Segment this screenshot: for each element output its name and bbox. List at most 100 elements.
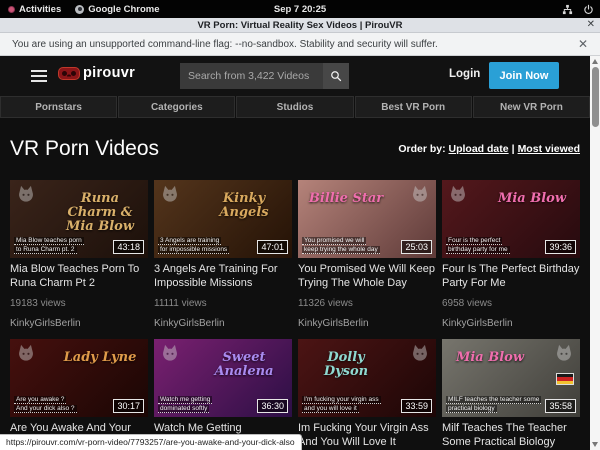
thumbnail-overlay-title: Mia Blow <box>490 192 574 206</box>
video-thumbnail[interactable]: Sweet Analena Watch me gettingdominated … <box>154 339 292 417</box>
screen: Activities Google Chrome Sep 7 20:25 VR … <box>0 0 600 450</box>
video-thumbnail[interactable]: Runa Charm & Mia Blow Mia Blow teaches p… <box>10 180 148 258</box>
video-duration-badge: 47:01 <box>257 240 288 254</box>
page-title: VR Porn Videos <box>10 137 159 161</box>
activities-button[interactable]: Activities <box>8 4 61 15</box>
site-header: pirouvr Login Join Now <box>0 56 590 96</box>
nav-item-studios[interactable]: Studios <box>236 96 353 118</box>
thumbnail-overlay-title: Billie Star <box>304 192 388 206</box>
video-thumbnail[interactable]: Kinky Angels 3 Angels are trainingfor im… <box>154 180 292 258</box>
scrollbar-up-arrow-icon[interactable] <box>592 59 598 64</box>
browser-viewport: pirouvr Login Join Now Pornstars <box>0 56 600 450</box>
video-studio-link[interactable]: KinkyGirlsBerlin <box>442 318 580 329</box>
search-button[interactable] <box>323 63 349 89</box>
thumbnail-captions: I'm fucking your virgin assand you will … <box>302 396 381 413</box>
app-menu-google-chrome[interactable]: Google Chrome <box>75 4 159 15</box>
video-duration-badge: 35:58 <box>545 399 576 413</box>
studio-watermark-cat-icon <box>410 344 430 362</box>
tab-close-icon[interactable]: ✕ <box>587 19 595 30</box>
video-view-count: 19183 views <box>10 298 148 309</box>
thumbnail-caption-line: for impossible missions <box>158 246 229 254</box>
video-card[interactable]: Mia Blow MILF teaches the teacher somepr… <box>442 339 580 450</box>
thumbnail-caption-line: Watch me getting <box>158 396 212 404</box>
thumbnail-overlay-title: Kinky Angels <box>202 192 286 220</box>
thumbnail-captions: MILF teaches the teacher somepractical b… <box>446 396 541 413</box>
thumbnail-caption-line: Are you awake ? <box>14 396 66 404</box>
scrollbar-down-arrow-icon[interactable] <box>592 442 598 447</box>
site-logo[interactable]: pirouvr <box>58 65 135 81</box>
video-title-link[interactable]: Milf Teaches The Teacher Some Practical … <box>442 422 580 449</box>
thumbnail-caption-line: And your dick also ? <box>14 405 77 413</box>
scrollbar-thumb[interactable] <box>592 67 599 127</box>
video-view-count: 11326 views <box>298 298 436 309</box>
status-url-bubble: https://pirouvr.com/vr-porn-video/779325… <box>0 434 302 450</box>
video-card[interactable]: Mia Blow Four is the perfectbirthday par… <box>442 180 580 339</box>
nav-item-categories[interactable]: Categories <box>118 96 235 118</box>
infobar-message: You are using an unsupported command-lin… <box>0 39 438 50</box>
video-thumbnail[interactable]: Mia Blow Four is the perfectbirthday par… <box>442 180 580 258</box>
video-title-link[interactable]: Im Fucking Your Virgin Ass And You Will … <box>298 422 436 449</box>
video-thumbnail[interactable]: Dolly Dyson I'm fucking your virgin assa… <box>298 339 436 417</box>
video-duration-badge: 43:18 <box>113 240 144 254</box>
infobar-close-icon[interactable]: ✕ <box>578 37 588 51</box>
video-studio-link[interactable]: KinkyGirlsBerlin <box>154 318 292 329</box>
thumbnail-caption-line: You promised we will <box>302 237 366 245</box>
tab-title: VR Porn: Virtual Reality Sex Videos | Pi… <box>197 20 402 31</box>
german-flag-icon <box>556 373 574 385</box>
thumbnail-caption-line: I'm fucking your virgin ass <box>302 396 381 404</box>
hamburger-menu-icon[interactable] <box>31 70 47 82</box>
nav-item-best-vr-porn[interactable]: Best VR Porn <box>355 96 472 118</box>
video-studio-link[interactable]: KinkyGirlsBerlin <box>298 318 436 329</box>
video-title-link[interactable]: Four Is The Perfect Birthday Party For M… <box>442 263 580 290</box>
video-duration-badge: 25:03 <box>401 240 432 254</box>
video-card[interactable]: Kinky Angels 3 Angels are trainingfor im… <box>154 180 292 339</box>
thumbnail-overlay-title: Dolly Dyson <box>304 351 388 379</box>
browser-tab-strip: VR Porn: Virtual Reality Sex Videos | Pi… <box>0 18 600 33</box>
thumbnail-captions: Mia Blow teaches pornto Runa Charm pt. 2 <box>14 237 84 254</box>
thumbnail-caption-line: Mia Blow teaches porn <box>14 237 84 245</box>
thumbnail-overlay-title: Lady Lyne <box>58 351 142 365</box>
thumbnail-captions: Watch me gettingdominated softly <box>158 396 212 413</box>
order-link-upload-date[interactable]: Upload date <box>449 143 509 155</box>
studio-watermark-cat-icon <box>16 344 36 362</box>
scrollbar[interactable] <box>590 56 600 450</box>
video-thumbnail[interactable]: Mia Blow MILF teaches the teacher somepr… <box>442 339 580 417</box>
video-duration-badge: 39:36 <box>545 240 576 254</box>
login-link[interactable]: Login <box>449 68 480 80</box>
order-link-most-viewed[interactable]: Most viewed <box>518 143 580 155</box>
studio-watermark-cat-icon <box>16 185 36 203</box>
video-title-link[interactable]: 3 Angels Are Training For Impossible Mis… <box>154 263 292 290</box>
video-thumbnail[interactable]: Billie Star You promised we willkeep try… <box>298 180 436 258</box>
recording-indicator-icon <box>8 6 15 13</box>
video-studio-link[interactable]: KinkyGirlsBerlin <box>10 318 148 329</box>
search-input[interactable] <box>180 63 323 89</box>
main-nav: Pornstars Categories Studios Best VR Por… <box>0 96 590 118</box>
video-title-link[interactable]: You Promised We Will Keep Trying The Who… <box>298 263 436 290</box>
thumbnail-captions: 3 Angels are trainingfor impossible miss… <box>158 237 229 254</box>
join-now-button[interactable]: Join Now <box>489 62 559 89</box>
video-duration-badge: 30:17 <box>113 399 144 413</box>
video-card[interactable]: Runa Charm & Mia Blow Mia Blow teaches p… <box>10 180 148 339</box>
video-title-link[interactable]: Mia Blow Teaches Porn To Runa Charm Pt 2 <box>10 263 148 290</box>
thumbnail-overlay-title: Mia Blow <box>448 351 532 365</box>
studio-watermark-cat-icon <box>448 185 468 203</box>
video-card[interactable]: Billie Star You promised we willkeep try… <box>298 180 436 339</box>
power-icon[interactable] <box>583 4 594 15</box>
thumbnail-captions: You promised we willkeep trying the whol… <box>302 237 380 254</box>
video-thumbnail[interactable]: Lady Lyne Are you awake ?And your dick a… <box>10 339 148 417</box>
thumbnail-caption-line: 3 Angels are training <box>158 237 221 245</box>
order-by-label: Order by: <box>398 143 445 155</box>
video-card[interactable]: Dolly Dyson I'm fucking your virgin assa… <box>298 339 436 450</box>
thumbnail-caption-line: dominated softly <box>158 405 209 413</box>
vr-goggles-icon <box>58 67 80 80</box>
nav-item-pornstars[interactable]: Pornstars <box>0 96 117 118</box>
clock[interactable]: Sep 7 20:25 <box>274 4 326 15</box>
order-separator: | <box>509 143 518 155</box>
studio-watermark-cat-icon <box>160 344 180 362</box>
network-icon[interactable] <box>562 4 573 15</box>
site-logo-text: pirouvr <box>83 65 135 81</box>
nav-item-new-vr-porn[interactable]: New VR Porn <box>473 96 590 118</box>
order-by: Order by: Upload date|Most viewed <box>398 143 580 155</box>
video-duration-badge: 36:30 <box>257 399 288 413</box>
studio-watermark-cat-icon <box>554 344 574 362</box>
